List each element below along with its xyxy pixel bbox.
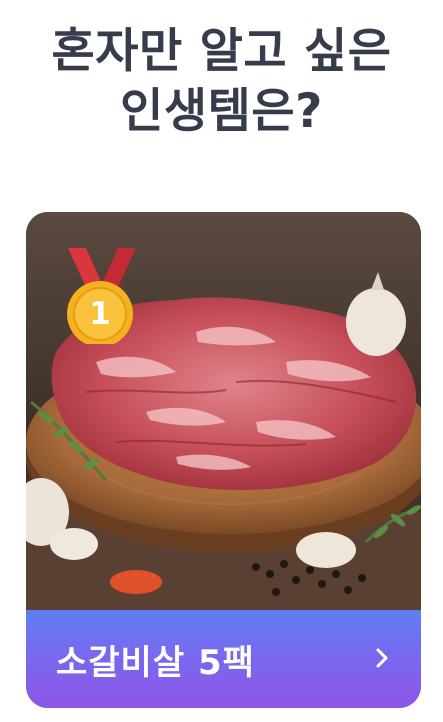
headline-line-2: 인생템은? bbox=[120, 84, 323, 139]
product-name: 소갈비살 5팩 bbox=[56, 642, 255, 683]
rank-number: 1 bbox=[89, 296, 111, 332]
product-card[interactable]: 1 소갈비살 5팩 bbox=[26, 212, 421, 708]
product-cta-button[interactable]: 소갈비살 5팩 bbox=[26, 610, 421, 708]
headline: 혼자만 알고 싶은 인생템은? bbox=[0, 22, 443, 142]
rank-medal: 1 bbox=[64, 244, 140, 344]
chevron-right-icon bbox=[376, 648, 388, 668]
headline-line-1: 혼자만 알고 싶은 bbox=[51, 24, 392, 79]
